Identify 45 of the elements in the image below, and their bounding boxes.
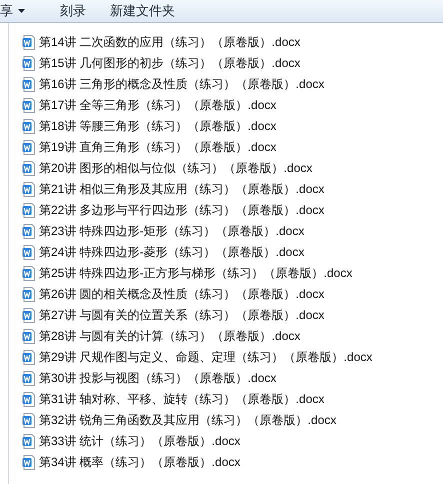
file-name[interactable]: 第25讲 特殊四边形-正方形与梯形（练习）（原卷版）.docx — [39, 265, 352, 282]
toolbar-button[interactable]: 刻录 — [48, 0, 98, 22]
word-document-icon — [22, 413, 35, 428]
file-name[interactable]: 第33讲 统计（练习）（原卷版）.docx — [39, 433, 240, 450]
file-name[interactable]: 第23讲 特殊四边形-矩形（练习）（原卷版）.docx — [39, 223, 304, 240]
word-document-icon — [22, 245, 35, 260]
word-document-icon — [22, 140, 35, 155]
word-document-icon — [22, 56, 35, 71]
word-document-icon — [22, 350, 35, 365]
file-name[interactable]: 第15讲 几何图形的初步（练习）（原卷版）.docx — [39, 55, 300, 72]
file-name[interactable]: 第34讲 概率（练习）（原卷版）.docx — [39, 454, 240, 471]
word-document-icon — [22, 287, 35, 302]
word-document-icon — [22, 203, 35, 218]
file-name[interactable]: 第16讲 三角形的概念及性质（练习）（原卷版）.docx — [39, 76, 324, 93]
file-name[interactable]: 第32讲 锐角三角函数及其应用（练习）（原卷版）.docx — [39, 412, 336, 429]
word-document-icon — [22, 308, 35, 323]
file-name[interactable]: 第14讲 二次函数的应用（练习）（原卷版）.docx — [39, 34, 300, 51]
file-name[interactable]: 第21讲 相似三角形及其应用（练习）（原卷版）.docx — [39, 181, 324, 198]
word-document-icon — [22, 455, 35, 470]
file-name[interactable]: 第19讲 直角三角形（练习）（原卷版）.docx — [39, 139, 276, 156]
word-document-icon — [22, 329, 35, 344]
toolbar-button[interactable]: 新建文件夹 — [98, 0, 187, 22]
menu-button[interactable]: 享 — [0, 0, 48, 22]
file-name[interactable]: 第30讲 投影与视图（练习）（原卷版）.docx — [39, 370, 276, 387]
word-document-icon — [22, 161, 35, 176]
file-name[interactable]: 第17讲 全等三角形（练习）（原卷版）.docx — [39, 97, 276, 114]
file-name[interactable]: 第24讲 特殊四边形-菱形（练习）（原卷版）.docx — [39, 244, 304, 261]
word-document-icon — [22, 119, 35, 134]
word-document-icon — [22, 371, 35, 386]
word-document-icon — [22, 35, 35, 50]
word-document-icon — [22, 98, 35, 113]
word-document-icon — [22, 182, 35, 197]
file-name[interactable]: 第28讲 与圆有关的计算（练习）（原卷版）.docx — [39, 328, 300, 345]
word-document-icon — [22, 266, 35, 281]
word-document-icon — [22, 224, 35, 239]
word-document-icon — [22, 392, 35, 407]
word-document-icon — [22, 77, 35, 92]
file-name[interactable]: 第26讲 圆的相关概念及性质（练习）（原卷版）.docx — [39, 286, 324, 303]
file-name[interactable]: 第27讲 与圆有关的位置关系（练习）（原卷版）.docx — [39, 307, 324, 324]
file-name[interactable]: 第29讲 尺规作图与定义、命题、定理（练习）（原卷版）.docx — [39, 349, 372, 366]
file-name[interactable]: 第20讲 图形的相似与位似（练习）（原卷版）.docx — [39, 160, 312, 177]
file-name[interactable]: 第22讲 多边形与平行四边形（练习）（原卷版）.docx — [39, 202, 324, 219]
word-document-icon — [22, 434, 35, 449]
file-name[interactable]: 第18讲 等腰三角形（练习）（原卷版）.docx — [39, 118, 276, 135]
file-name[interactable]: 第31讲 轴对称、平移、旋转（练习）（原卷版）.docx — [39, 391, 324, 408]
